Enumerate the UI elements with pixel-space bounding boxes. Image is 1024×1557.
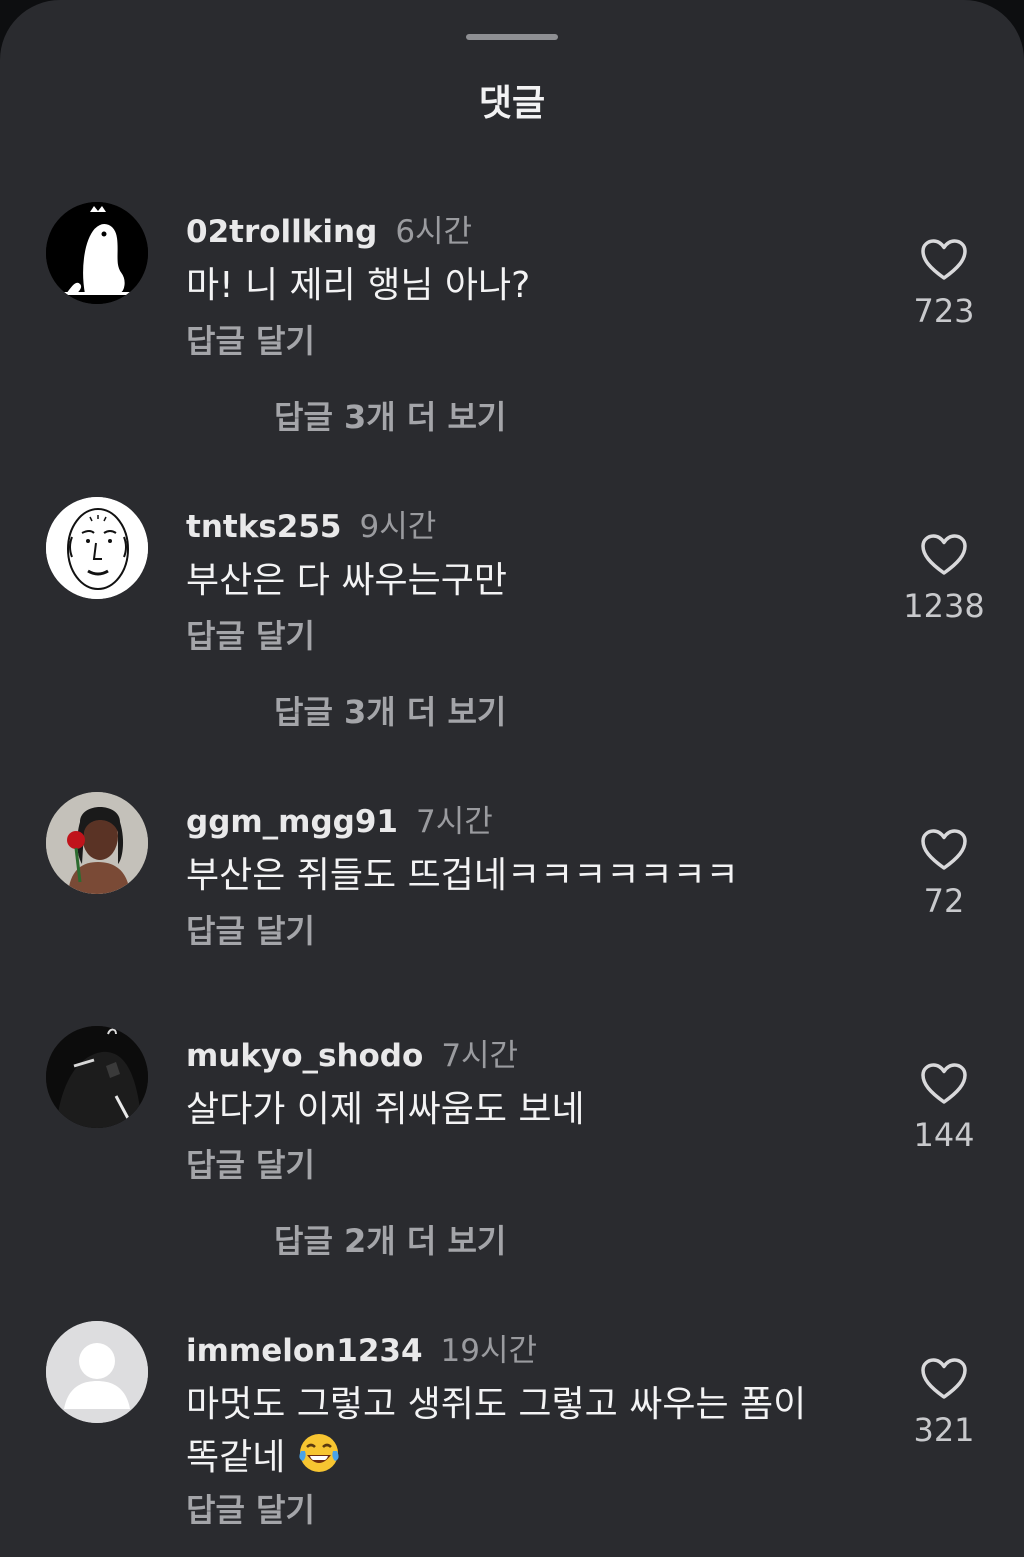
comment-timestamp: 7시간 <box>416 804 493 840</box>
like-count: 1238 <box>903 587 985 625</box>
comment-timestamp: 9시간 <box>359 509 437 545</box>
like-button[interactable]: 1238 <box>884 533 1004 625</box>
heart-icon <box>921 534 967 575</box>
reply-button[interactable]: 답글 달기 <box>186 1485 315 1531</box>
comment-text: 살다가 이제 쥐싸움도 보네 <box>186 1089 585 1130</box>
comment-timestamp: 7시간 <box>441 1038 519 1074</box>
heart-icon <box>921 239 967 280</box>
comment-timestamp: 19시간 <box>440 1333 538 1369</box>
comment-text: 마멋도 그렇고 생쥐도 그렇고 싸우는 폼이 똑같네 <box>186 1379 866 1484</box>
sheet-title: 댓글 <box>478 83 546 124</box>
like-count: 723 <box>913 292 975 330</box>
like-count: 144 <box>913 1116 975 1154</box>
comment-text: 부산은 쥐들도 뜨겁네ㅋㅋㅋㅋㅋㅋㅋ <box>186 855 739 896</box>
like-count: 72 <box>923 882 965 920</box>
like-count: 321 <box>913 1411 975 1449</box>
comment-text: 부산은 다 싸우는구만 <box>186 560 507 601</box>
view-more-replies-button[interactable]: 답글 3개 더 보기 <box>274 392 506 438</box>
tears-of-joy-emoji-icon <box>299 1434 339 1472</box>
heart-icon <box>921 829 967 870</box>
view-more-replies-button[interactable]: 답글 3개 더 보기 <box>274 687 506 733</box>
avatar[interactable] <box>46 1026 148 1128</box>
avatar[interactable] <box>46 792 148 894</box>
comment-username[interactable]: immelon1234 19시간 <box>186 1325 537 1370</box>
avatar[interactable] <box>46 1321 148 1423</box>
like-button[interactable]: 723 <box>884 238 1004 330</box>
sheet-drag-handle[interactable] <box>466 34 558 40</box>
reply-button[interactable]: 답글 달기 <box>186 316 315 362</box>
reply-button[interactable]: 답글 달기 <box>186 611 315 657</box>
avatar[interactable] <box>46 202 148 304</box>
like-button[interactable]: 321 <box>884 1357 1004 1449</box>
comment-username[interactable]: mukyo_shodo 7시간 <box>186 1030 518 1075</box>
comment-text-line: 마멋도 그렇고 생쥐도 그렇고 싸우는 폼이 <box>186 1384 807 1425</box>
heart-icon <box>921 1063 967 1104</box>
reply-button[interactable]: 답글 달기 <box>186 1140 315 1186</box>
like-button[interactable]: 72 <box>884 828 1004 920</box>
comment-username[interactable]: 02trollking 6시간 <box>186 206 472 251</box>
comment-username[interactable]: tntks255 9시간 <box>186 501 436 546</box>
comments-sheet: 댓글 02trollking 6시간 마! 니 제리 행님 아나? 답글 달기 7… <box>0 0 1024 1557</box>
comment-username[interactable]: ggm_mgg91 7시간 <box>186 796 493 841</box>
comment-timestamp: 6시간 <box>395 214 473 250</box>
heart-icon <box>921 1358 967 1399</box>
view-more-replies-button[interactable]: 답글 2개 더 보기 <box>274 1216 506 1262</box>
comment-text: 마! 니 제리 행님 아나? <box>186 265 531 306</box>
avatar[interactable] <box>46 497 148 599</box>
like-button[interactable]: 144 <box>884 1062 1004 1154</box>
reply-button[interactable]: 답글 달기 <box>186 906 315 952</box>
comment-text-line: 똑같네 <box>186 1431 866 1484</box>
